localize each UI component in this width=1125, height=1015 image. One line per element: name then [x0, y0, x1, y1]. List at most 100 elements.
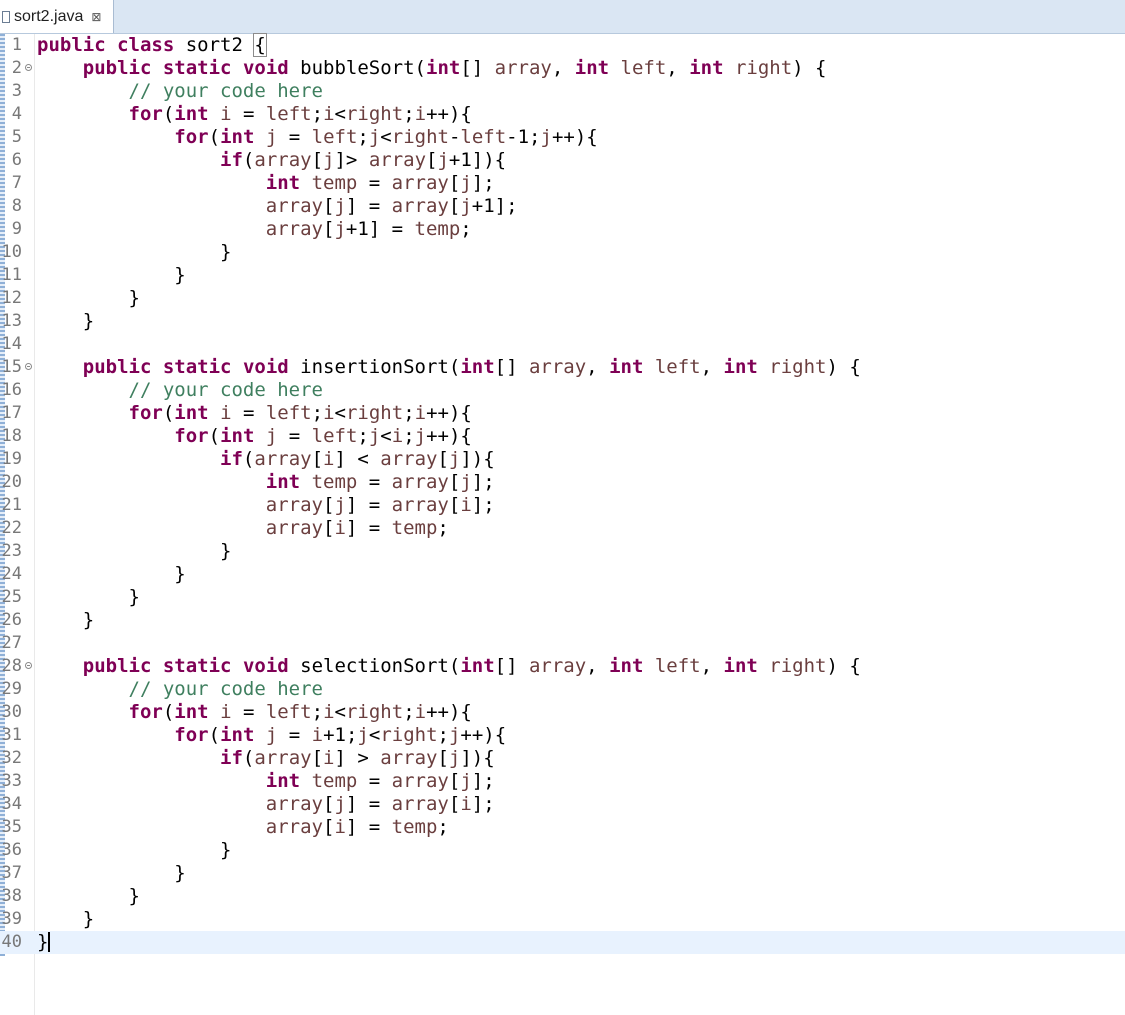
keyword-token: for	[128, 402, 163, 424]
code-token: (	[242, 149, 255, 171]
code-line[interactable]: 3 // your code here	[0, 80, 1125, 103]
code-line[interactable]: 5 for(int j = left;j<right-left-1;j++){	[0, 126, 1125, 149]
code-token: <	[368, 724, 381, 746]
code-token: =	[277, 724, 312, 746]
code-line[interactable]: 9 array[j+1] = temp;	[0, 218, 1125, 241]
code-line[interactable]: 33 int temp = array[j];	[0, 770, 1125, 793]
code-line[interactable]: 39 }	[0, 908, 1125, 931]
code-line[interactable]: 2 public static void bubbleSort(int[] ar…	[0, 57, 1125, 80]
keyword-token: public	[37, 34, 106, 56]
tab-label: sort2.java	[14, 7, 84, 25]
code-line[interactable]: 19 if(array[i] < array[j]){	[0, 448, 1125, 471]
variable-token: array	[265, 816, 323, 838]
variable-token: right	[769, 655, 827, 677]
code-token: ;	[403, 425, 415, 447]
code-line[interactable]: 35 array[i] = temp;	[0, 816, 1125, 839]
code-text: int temp = array[j];	[37, 172, 495, 195]
keyword-token: for	[174, 425, 209, 447]
code-line[interactable]: 29 // your code here	[0, 678, 1125, 701]
code-line[interactable]: 40}	[0, 931, 1125, 954]
variable-token: j	[357, 724, 369, 746]
code-line[interactable]: 26 }	[0, 609, 1125, 632]
code-token: [	[437, 747, 449, 769]
code-line[interactable]: 23 }	[0, 540, 1125, 563]
code-line[interactable]: 8 array[j] = array[j+1];	[0, 195, 1125, 218]
code-token: ]){	[460, 747, 495, 769]
fold-toggle-icon[interactable]	[25, 662, 32, 669]
code-line[interactable]: 15 public static void insertionSort(int[…	[0, 356, 1125, 379]
code-line[interactable]: 30 for(int i = left;i<right;i++){	[0, 701, 1125, 724]
code-token: [	[311, 747, 324, 769]
code-line[interactable]: 16 // your code here	[0, 379, 1125, 402]
keyword-token: if	[220, 747, 243, 769]
code-token: }	[37, 540, 232, 562]
code-line[interactable]: 7 int temp = array[j];	[0, 172, 1125, 195]
code-line[interactable]: 34 array[j] = array[i];	[0, 793, 1125, 816]
code-line[interactable]: 36 }	[0, 839, 1125, 862]
code-token: <	[334, 701, 346, 723]
code-line[interactable]: 25 }	[0, 586, 1125, 609]
code-line[interactable]: 18 for(int j = left;j<i;j++){	[0, 425, 1125, 448]
code-line[interactable]: 22 array[i] = temp;	[0, 517, 1125, 540]
code-editor[interactable]: 1 public class sort2 {2 public static voi…	[0, 33, 1125, 1015]
code-text: public static void bubbleSort(int[] arra…	[37, 57, 827, 80]
variable-token: left	[311, 126, 358, 148]
code-token: ;	[437, 517, 449, 539]
code-line[interactable]: 10 }	[0, 241, 1125, 264]
close-tab-icon[interactable]: ⊠	[91, 10, 101, 24]
code-token: =	[231, 103, 266, 125]
code-line[interactable]: 11 }	[0, 264, 1125, 287]
code-line[interactable]: 21 array[j] = array[i];	[0, 494, 1125, 517]
code-line[interactable]: 27	[0, 632, 1125, 655]
code-line[interactable]: 13 }	[0, 310, 1125, 333]
code-line[interactable]: 24 }	[0, 563, 1125, 586]
line-number: 5	[11, 127, 22, 147]
variable-token: left	[265, 402, 312, 424]
variable-token: i	[460, 494, 472, 516]
code-token: ];	[471, 471, 495, 493]
tab-sort2-java[interactable]: sort2.java ⊠	[0, 0, 114, 33]
code-token: =	[357, 172, 392, 194]
code-text: if(array[i] > array[j]){	[37, 747, 495, 770]
code-text: }	[37, 885, 140, 908]
keyword-token: int	[723, 655, 758, 677]
line-number: 29	[1, 679, 22, 699]
variable-token: i	[220, 402, 232, 424]
keyword-token: void	[242, 356, 289, 378]
fold-toggle-icon[interactable]	[25, 64, 32, 71]
variable-token: right	[345, 701, 404, 723]
code-line[interactable]: 20 int temp = array[j];	[0, 471, 1125, 494]
code-line[interactable]: 38 }	[0, 885, 1125, 908]
code-line[interactable]: 28 public static void selectionSort(int[…	[0, 655, 1125, 678]
line-number: 8	[11, 196, 22, 216]
code-text: for(int i = left;i<right;i++){	[37, 103, 472, 126]
variable-token: left	[265, 103, 312, 125]
variable-token: i	[323, 701, 335, 723]
code-line[interactable]: 12 }	[0, 287, 1125, 310]
code-line[interactable]: 14	[0, 333, 1125, 356]
code-token: =	[357, 471, 392, 493]
code-line[interactable]: 17 for(int i = left;i<right;i++){	[0, 402, 1125, 425]
code-line[interactable]: 1 public class sort2 {	[0, 33, 1125, 57]
code-line[interactable]: 4 for(int i = left;i<right;i++){	[0, 103, 1125, 126]
line-number: 7	[11, 173, 22, 193]
keyword-token: int	[220, 724, 255, 746]
code-line[interactable]: 37 }	[0, 862, 1125, 885]
code-line[interactable]: 6 if(array[j]> array[j+1]){	[0, 149, 1125, 172]
code-text: public class sort2 {	[37, 33, 267, 57]
variable-token: left	[265, 701, 312, 723]
code-line[interactable]: 31 for(int j = i+1;j<right;j++){	[0, 724, 1125, 747]
fold-toggle-icon[interactable]	[25, 363, 32, 370]
keyword-token: void	[242, 655, 289, 677]
code-line[interactable]: 32 if(array[i] > array[j]){	[0, 747, 1125, 770]
variable-token: j	[540, 126, 552, 148]
code-token: <	[380, 126, 392, 148]
code-text: for(int j = left;j<right-left-1;j++){	[37, 126, 597, 149]
